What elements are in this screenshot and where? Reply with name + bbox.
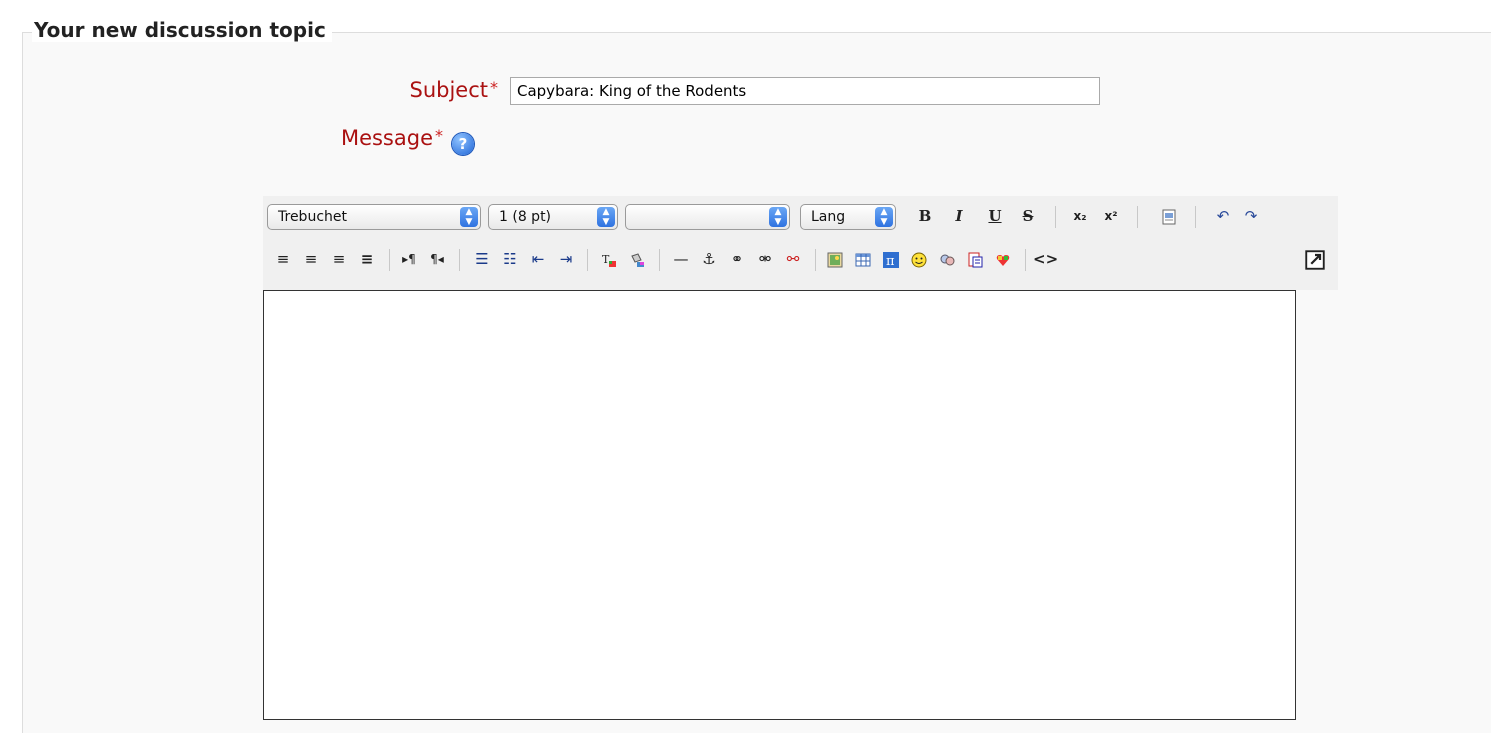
html-source-icon: <> (1033, 250, 1059, 268)
message-label-text: Message (340, 126, 433, 150)
html-source-button[interactable]: <> (1033, 247, 1059, 271)
link-button[interactable]: ⚭ (725, 247, 749, 271)
search-replace-icon (940, 254, 955, 265)
help-icon[interactable]: ? (452, 133, 474, 155)
image-icon (827, 252, 843, 267)
required-mark: * (490, 78, 498, 97)
align-right-icon: ≡ (332, 250, 346, 268)
spellcheck-button[interactable] (991, 247, 1015, 271)
toolbar-separator (659, 249, 660, 271)
required-mark: * (435, 126, 443, 145)
toolbar-separator (389, 249, 390, 271)
undo-icon: ↶ (1216, 207, 1230, 225)
align-center-button[interactable]: ≡ (299, 247, 323, 271)
unlink-icon: ⚮ (758, 250, 772, 268)
select-arrows-icon: ▲ ▼ (460, 207, 478, 227)
anchor-button[interactable]: ⚓ (697, 247, 721, 271)
underline-button[interactable]: U (983, 204, 1007, 228)
tex-button[interactable]: π (879, 247, 903, 271)
toolbar-separator (459, 249, 460, 271)
toolbar-separator (587, 249, 588, 271)
outdent-button[interactable]: ⇤ (526, 247, 550, 271)
italic-button[interactable]: I (947, 204, 971, 228)
smiley-button[interactable] (907, 247, 931, 271)
subscript-button[interactable]: x₂ (1068, 204, 1092, 228)
text-color-icon: T (602, 253, 616, 267)
insert-table-button[interactable] (851, 247, 875, 271)
ordered-list-button[interactable]: ☰ (470, 247, 494, 271)
nolink-icon: ⚯ (786, 250, 800, 268)
subject-input[interactable] (510, 77, 1100, 105)
redo-icon: ↷ (1244, 207, 1258, 225)
ordered-list-icon: ☰ (475, 250, 489, 268)
format-select[interactable]: ▲ ▼ (625, 204, 790, 230)
search-replace-button[interactable] (935, 247, 959, 271)
toolbar-separator (1025, 249, 1026, 271)
table-icon (855, 253, 871, 266)
font-family-select[interactable]: Trebuchet ▲ ▼ (267, 204, 481, 230)
justify-button[interactable]: ≡ (355, 247, 379, 271)
ltr-icon: ▸¶ (402, 252, 416, 266)
svg-text:T: T (602, 253, 610, 266)
bold-button[interactable]: B (913, 204, 937, 228)
unlink-button[interactable]: ⚮ (753, 247, 777, 271)
toolbar-separator (815, 249, 816, 271)
superscript-button[interactable]: x² (1099, 204, 1123, 228)
paste-word-button[interactable] (1157, 204, 1181, 228)
undo-button[interactable]: ↶ (1211, 204, 1235, 228)
insert-char-icon (968, 252, 983, 267)
paste-word-icon (1162, 209, 1176, 224)
link-icon: ⚭ (730, 250, 744, 268)
tex-icon: π (883, 251, 899, 268)
select-arrows-icon: ▲ ▼ (597, 207, 615, 227)
fullscreen-button[interactable] (1303, 247, 1327, 271)
select-arrows-icon: ▲ ▼ (875, 207, 893, 227)
unordered-list-button[interactable]: ☷ (498, 247, 522, 271)
anchor-icon: ⚓ (702, 250, 716, 268)
fieldset-legend: Your new discussion topic (32, 18, 332, 42)
font-size-value: 1 (8 pt) (499, 209, 552, 225)
toolbar-separator (1055, 206, 1056, 228)
font-family-value: Trebuchet (278, 209, 347, 225)
nolink-button[interactable]: ⚯ (781, 247, 805, 271)
svg-text:π: π (886, 254, 895, 268)
fullscreen-icon (1305, 249, 1325, 270)
indent-button[interactable]: ⇥ (554, 247, 578, 271)
ltr-button[interactable]: ▸¶ (397, 247, 421, 271)
toolbar-separator (1195, 206, 1196, 228)
bg-color-icon (631, 252, 644, 267)
select-arrows-icon: ▲ ▼ (769, 207, 787, 227)
message-label: Message * (341, 126, 443, 150)
smiley-icon (911, 252, 927, 267)
strikethrough-button[interactable]: S (1016, 204, 1040, 228)
horizontal-rule-button[interactable]: — (669, 247, 693, 271)
message-editor-area[interactable] (263, 290, 1296, 720)
align-right-button[interactable]: ≡ (327, 247, 351, 271)
align-left-button[interactable]: ≡ (271, 247, 295, 271)
redo-button[interactable]: ↷ (1239, 204, 1263, 228)
rtl-icon: ¶◂ (430, 252, 444, 266)
subject-label: Subject * (409, 78, 498, 102)
horizontal-rule-icon: — (673, 250, 689, 268)
text-color-button[interactable]: T (597, 247, 621, 271)
indent-icon: ⇥ (559, 250, 573, 268)
bg-color-button[interactable] (625, 247, 649, 271)
rtl-button[interactable]: ¶◂ (425, 247, 449, 271)
editor-toolbar: Trebuchet ▲ ▼ 1 (8 pt) ▲ ▼ ▲ ▼ Lang ▲ ▼ B I … (263, 196, 1338, 290)
insert-image-button[interactable] (823, 247, 847, 271)
spellcheck-icon (996, 254, 1010, 266)
font-size-select[interactable]: 1 (8 pt) ▲ ▼ (488, 204, 618, 230)
outdent-icon: ⇤ (531, 250, 545, 268)
justify-icon: ≡ (360, 250, 374, 268)
unordered-list-icon: ☷ (503, 250, 517, 268)
insert-char-button[interactable] (963, 247, 987, 271)
align-center-icon: ≡ (304, 250, 318, 268)
lang-select[interactable]: Lang ▲ ▼ (800, 204, 896, 230)
toolbar-separator (1137, 206, 1138, 228)
lang-value: Lang (811, 209, 846, 225)
subject-label-text: Subject (409, 78, 488, 102)
align-left-icon: ≡ (276, 250, 290, 268)
